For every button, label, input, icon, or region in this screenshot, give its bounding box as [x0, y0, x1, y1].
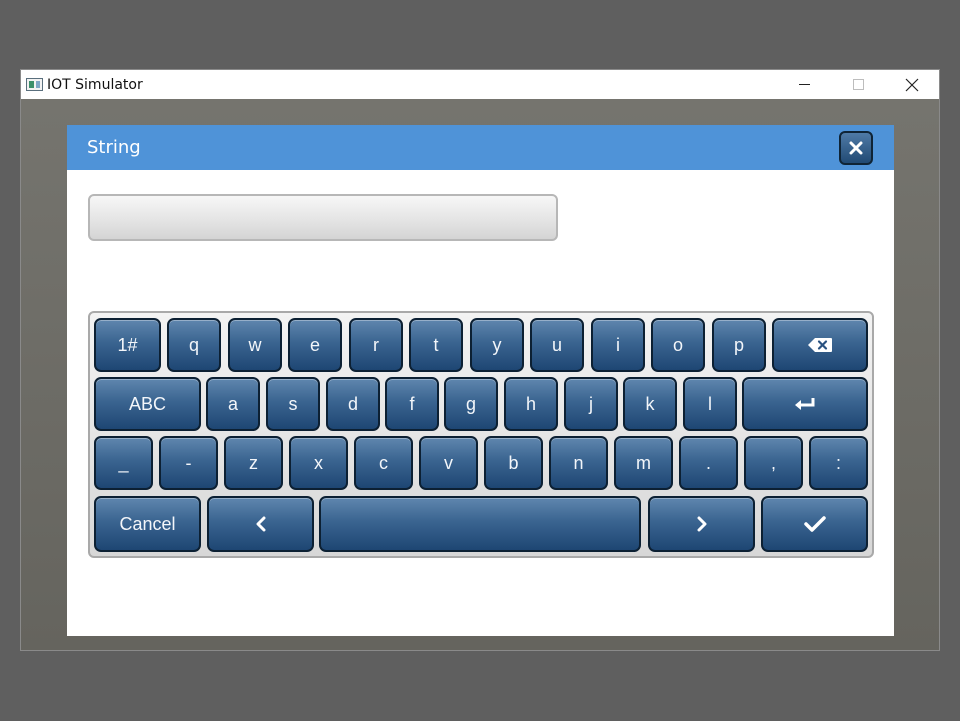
chevron-right-icon — [697, 516, 706, 532]
chevron-left-icon — [256, 516, 265, 532]
key-o[interactable]: o — [651, 318, 705, 372]
dialog-close-button[interactable] — [839, 131, 873, 165]
key-c[interactable]: c — [354, 436, 413, 490]
key-x[interactable]: x — [289, 436, 348, 490]
key-j[interactable]: j — [564, 377, 618, 431]
dialog-header: String — [67, 125, 894, 170]
key-colon[interactable]: : — [809, 436, 868, 490]
key-w[interactable]: w — [228, 318, 282, 372]
key-e[interactable]: e — [288, 318, 342, 372]
app-window: IOT Simulator String 1# q w e r t y u i … — [20, 69, 940, 651]
minimize-icon — [798, 84, 810, 85]
cancel-button[interactable]: Cancel — [94, 496, 201, 552]
backspace-icon — [808, 338, 832, 352]
key-i[interactable]: i — [591, 318, 645, 372]
maximize-icon — [852, 79, 864, 90]
string-input-dialog: String 1# q w e r t y u i o p ABC a s d … — [67, 125, 894, 636]
window-title: IOT Simulator — [47, 76, 143, 93]
key-q[interactable]: q — [167, 318, 221, 372]
confirm-button[interactable] — [761, 496, 868, 552]
string-input-field[interactable] — [88, 194, 558, 241]
key-d[interactable]: d — [326, 377, 380, 431]
key-abc[interactable]: ABC — [94, 377, 201, 431]
key-h[interactable]: h — [504, 377, 558, 431]
key-t[interactable]: t — [409, 318, 463, 372]
key-b[interactable]: b — [484, 436, 543, 490]
key-f[interactable]: f — [385, 377, 439, 431]
close-icon — [905, 78, 919, 91]
dialog-title: String — [87, 137, 141, 158]
key-a[interactable]: a — [206, 377, 260, 431]
key-v[interactable]: v — [419, 436, 478, 490]
enter-icon — [795, 398, 815, 410]
key-z[interactable]: z — [224, 436, 283, 490]
key-l[interactable]: l — [683, 377, 737, 431]
key-backspace[interactable] — [772, 318, 868, 372]
maximize-button[interactable] — [831, 70, 885, 99]
key-space[interactable] — [319, 496, 641, 552]
checkmark-icon — [803, 516, 826, 532]
window-close-button[interactable] — [885, 70, 939, 99]
key-r[interactable]: r — [349, 318, 403, 372]
key-n[interactable]: n — [549, 436, 608, 490]
key-u[interactable]: u — [530, 318, 584, 372]
window-titlebar[interactable]: IOT Simulator — [21, 70, 939, 99]
key-g[interactable]: g — [444, 377, 498, 431]
key-y[interactable]: y — [470, 318, 524, 372]
key-comma[interactable]: , — [744, 436, 803, 490]
window-controls — [777, 70, 939, 99]
minimize-button[interactable] — [777, 70, 831, 99]
key-period[interactable]: . — [679, 436, 738, 490]
key-p[interactable]: p — [712, 318, 766, 372]
on-screen-keyboard: 1# q w e r t y u i o p ABC a s d f g h j… — [88, 311, 874, 558]
key-symbols[interactable]: 1# — [94, 318, 161, 372]
key-k[interactable]: k — [623, 377, 677, 431]
key-m[interactable]: m — [614, 436, 673, 490]
key-enter[interactable] — [742, 377, 868, 431]
key-underscore[interactable]: _ — [94, 436, 153, 490]
cursor-right-button[interactable] — [648, 496, 755, 552]
key-hyphen[interactable]: - — [159, 436, 218, 490]
close-icon — [849, 141, 863, 155]
cursor-left-button[interactable] — [207, 496, 314, 552]
app-icon — [26, 78, 43, 91]
key-s[interactable]: s — [266, 377, 320, 431]
